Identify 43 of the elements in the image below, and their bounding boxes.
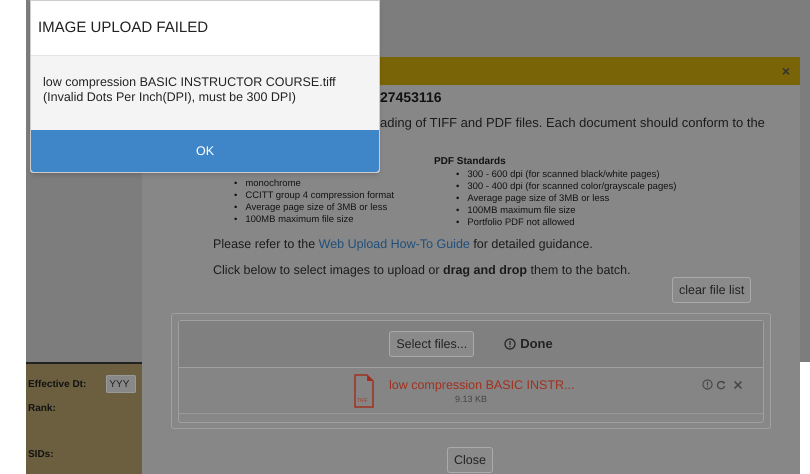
pdf-standards-title: PDF Standards	[434, 155, 507, 169]
field-label: Rank:	[28, 402, 56, 416]
bullet: •	[456, 181, 460, 193]
alert-icon	[504, 338, 516, 350]
list-item: Portfolio PDF not allowed	[467, 217, 575, 229]
list-item: CCITT group 4 compression format	[245, 190, 394, 202]
list-item: 100MB maximum file size	[467, 205, 576, 217]
bullet: •	[456, 205, 460, 217]
close-icon[interactable]	[733, 380, 743, 390]
error-message: (Invalid Dots Per Inch(DPI), must be 300 DPI)	[43, 90, 297, 105]
upload-status: Done	[520, 335, 553, 354]
retry-icon[interactable]	[716, 380, 726, 390]
list-item: Average page size of 3MB or less	[467, 193, 610, 205]
file-size: 9.13 KB	[455, 393, 488, 406]
ok-button[interactable]: OK	[31, 130, 379, 172]
field-label: SIDs:	[28, 448, 54, 462]
date-field[interactable]: YYY	[106, 375, 136, 393]
field-label: Effective Dt:	[28, 378, 86, 392]
list-item: Average page size of 3MB or less	[245, 202, 388, 214]
error-message: low compression BASIC INSTRUCTOR COURSE.tiff	[43, 74, 337, 90]
bullet: •	[234, 214, 238, 226]
clear-list-button[interactable]: clear file list	[672, 277, 752, 303]
document-icon	[354, 374, 374, 408]
guidance-text: Please refer to the Web Upload How-To Guide for detailed guidance.	[213, 236, 593, 253]
bullet: •	[456, 169, 460, 181]
bullet: •	[456, 193, 460, 205]
close-button[interactable]: Close	[447, 447, 493, 473]
bullet: •	[234, 190, 238, 202]
list-item: monochrome	[245, 178, 301, 190]
list-item: 300 - 400 dpi (for scanned color/grayscale pages)	[467, 181, 676, 193]
bullet: •	[234, 202, 238, 214]
list-item: 300 - 600 dpi (for scanned black/white pages)	[467, 169, 660, 181]
alert-icon	[702, 379, 713, 390]
guide-link[interactable]: Web Upload How-To Guide	[318, 237, 470, 251]
dialog-title: IMAGE UPLOAD FAILED	[38, 18, 208, 38]
file-name: low compression BASIC INSTR...	[389, 377, 574, 394]
intro-text: ading of TIFF and PDF files. Each document should conform to the	[380, 114, 765, 132]
select-files-button[interactable]: Select files...	[389, 331, 474, 357]
instructions-text: Click below to select images to upload or drag and drop them to the batch.	[213, 262, 631, 279]
bullet: •	[234, 178, 238, 190]
dialog-heading: 27453116	[380, 88, 442, 107]
list-item: 100MB maximum file size	[245, 214, 354, 226]
bullet: •	[456, 217, 460, 229]
